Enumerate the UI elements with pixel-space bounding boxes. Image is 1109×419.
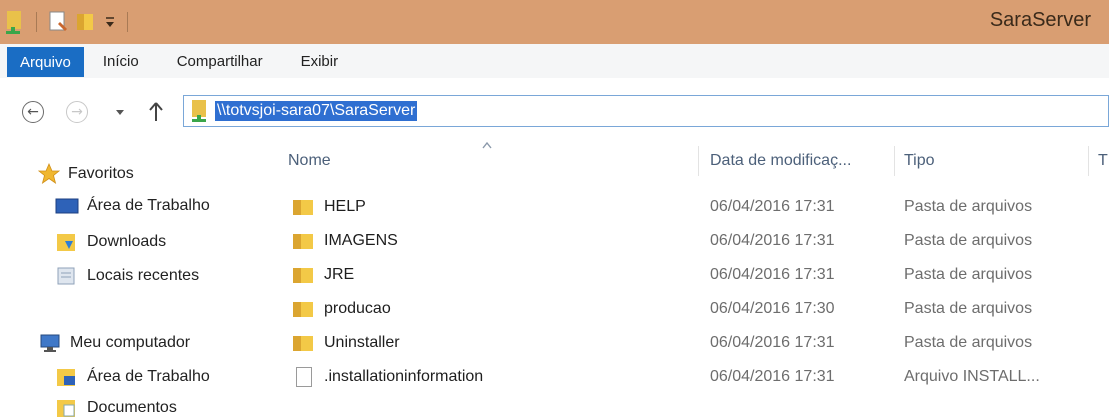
folder-icon [293,200,313,215]
navigation-pane: Favoritos Área de Trabalho Downloads Loc… [0,150,260,417]
folder-icon [293,234,313,249]
column-separator[interactable] [1088,146,1089,176]
qat-separator [36,12,37,32]
file-row[interactable]: Uninstaller 06/04/2016 17:31 Pasta de ar… [270,326,1109,360]
file-name: IMAGENS [324,232,398,249]
file-name: HELP [324,198,366,215]
properties-icon[interactable] [47,10,69,34]
file-name-cell: .installationinformation [292,360,483,394]
share-folder-icon[interactable] [4,9,26,35]
nav-favorites-label: Favoritos [68,165,134,182]
column-separator[interactable] [698,146,699,176]
nav-item-label: Área de Trabalho [87,368,210,385]
folder-icon [293,336,313,351]
new-folder-icon[interactable] [75,10,97,34]
file-row[interactable]: JRE 06/04/2016 17:31 Pasta de arquivos [270,258,1109,292]
file-date: 06/04/2016 17:30 [710,300,835,317]
address-bar[interactable]: \\totvsjoi-sara07\SaraServer [183,95,1109,127]
file-date: 06/04/2016 17:31 [710,266,835,283]
back-button[interactable]: ← [22,101,44,123]
file-type: Pasta de arquivos [904,232,1033,249]
column-header-type[interactable]: Tipo [904,142,1084,180]
column-header-date-label: Data de modificaç... [710,152,852,169]
column-header-size-label: T [1098,152,1108,169]
computer-icon [40,334,60,352]
recent-places-icon [57,267,75,285]
column-header-size[interactable]: T [1098,142,1109,180]
forward-arrow-icon: → [71,104,83,120]
column-header-name[interactable]: Nome [288,142,698,180]
file-date: 06/04/2016 17:31 [710,198,835,215]
qat-separator [127,12,128,32]
file-name-cell: IMAGENS [292,224,398,258]
file-name: JRE [324,266,355,283]
file-row[interactable]: IMAGENS 06/04/2016 17:31 Pasta de arquiv… [270,224,1109,258]
nav-item-locais-recentes[interactable]: Locais recentes [55,265,199,287]
file-date: 06/04/2016 17:31 [710,334,835,351]
file-name: producao [324,300,391,317]
quick-access-toolbar [0,9,132,35]
file-list: Nome Data de modificaç... Tipo T HELP 06… [270,142,1109,410]
nav-item-documentos[interactable]: Documentos [55,397,177,419]
file-type: Pasta de arquivos [904,198,1033,215]
file-type: Pasta de arquivos [904,334,1033,351]
file-row[interactable]: producao 06/04/2016 17:30 Pasta de arqui… [270,292,1109,326]
folder-icon [293,268,313,283]
file-type: Pasta de arquivos [904,266,1033,283]
file-name-cell: Uninstaller [292,326,400,360]
file-name: Uninstaller [324,334,400,351]
up-arrow-icon[interactable] [148,101,164,123]
tab-inicio[interactable]: Início [84,44,158,78]
file-row[interactable]: .installationinformation 06/04/2016 17:3… [270,360,1109,394]
tab-arquivo[interactable]: Arquivo [7,47,84,77]
desktop-icon [55,198,79,214]
file-date: 06/04/2016 17:31 [710,368,835,385]
network-share-icon [192,100,206,122]
column-separator[interactable] [894,146,895,176]
file-name-cell: JRE [292,258,354,292]
documents-folder-icon [57,400,75,417]
folder-icon [293,302,313,317]
address-row: ← → \\totvsjoi-sara07\SaraServer [0,78,1109,142]
file-icon [296,367,312,387]
nav-meu-computador-label: Meu computador [70,334,191,351]
nav-item-area-de-trabalho[interactable]: Área de Trabalho [55,197,210,215]
file-name: .installationinformation [324,368,484,385]
star-icon [38,163,60,184]
file-type: Pasta de arquivos [904,300,1033,317]
file-name-cell: HELP [292,190,366,224]
column-header-name-label: Nome [288,152,331,169]
nav-item-label: Downloads [87,233,167,250]
file-date: 06/04/2016 17:31 [710,232,835,249]
nav-item-computer-area-de-trabalho[interactable]: Área de Trabalho [55,366,210,388]
sort-ascending-icon [482,142,492,149]
file-name-cell: producao [292,292,391,326]
file-row[interactable]: HELP 06/04/2016 17:31 Pasta de arquivos [270,190,1109,224]
nav-item-label: Locais recentes [87,267,200,284]
customize-qat-chevron-icon[interactable] [103,12,117,32]
forward-button[interactable]: → [66,101,88,123]
downloads-folder-icon [57,234,75,251]
tab-exibir[interactable]: Exibir [282,44,358,78]
recent-locations-chevron-icon[interactable] [114,109,126,117]
nav-item-downloads[interactable]: Downloads [55,231,166,253]
nav-item-label: Documentos [87,399,177,416]
nav-meu-computador[interactable]: Meu computador [38,332,190,354]
address-path[interactable]: \\totvsjoi-sara07\SaraServer [215,101,418,121]
tab-compartilhar[interactable]: Compartilhar [158,44,282,78]
file-type: Arquivo INSTALL... [904,368,1040,385]
title-bar: SaraServer [0,0,1109,44]
desktop-folder-icon [57,369,75,386]
back-arrow-icon: ← [27,104,39,120]
window-title: SaraServer [989,9,1091,31]
column-header-type-label: Tipo [904,152,935,169]
nav-favorites[interactable]: Favoritos [38,163,134,185]
nav-item-label: Área de Trabalho [87,197,210,214]
ribbon-tabs: Arquivo Início Compartilhar Exibir [0,44,1109,79]
column-header-date[interactable]: Data de modificaç... [710,142,890,180]
